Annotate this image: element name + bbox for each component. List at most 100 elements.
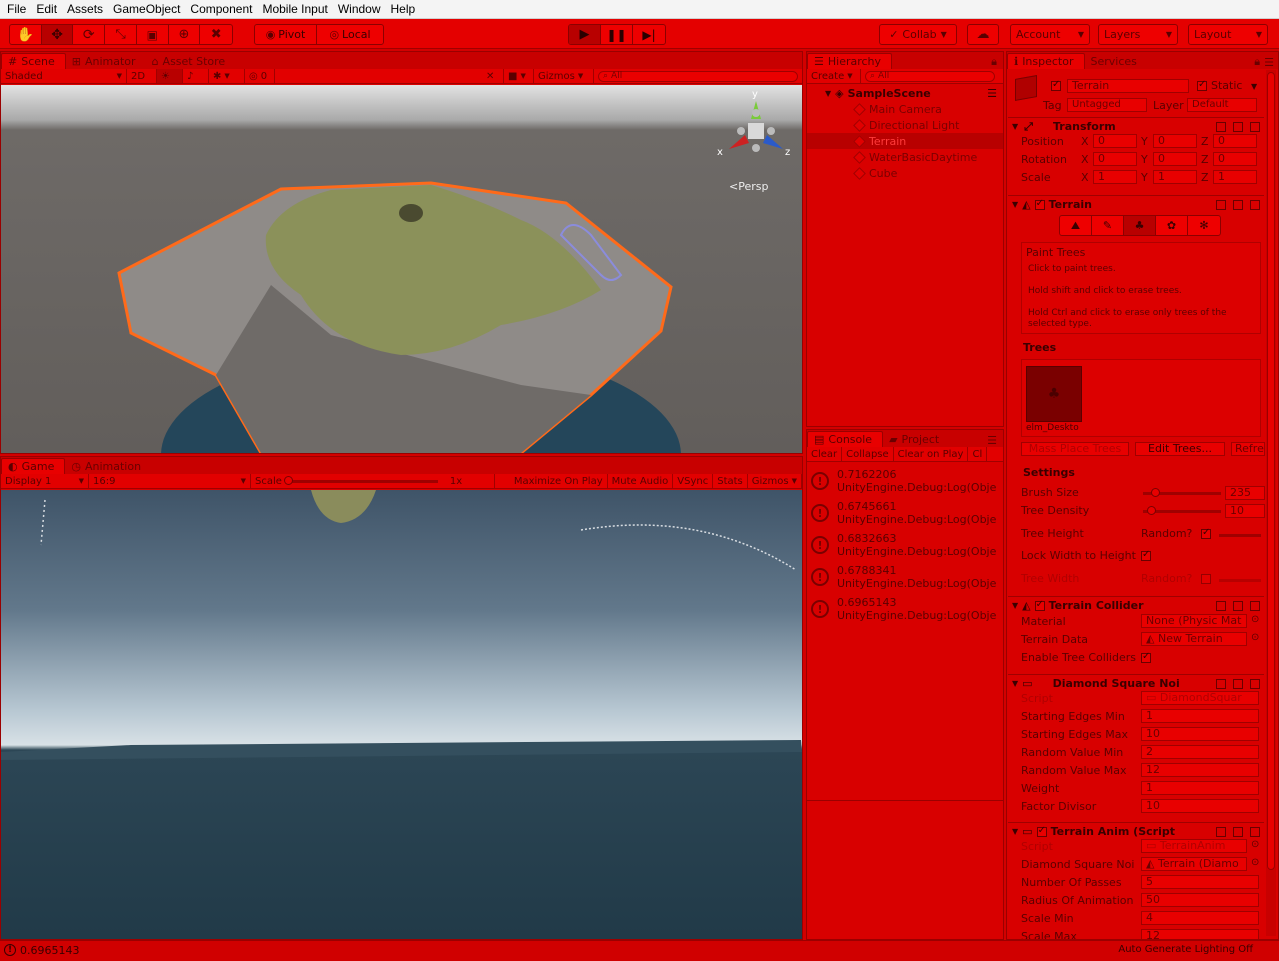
- stats-button[interactable]: Stats: [713, 474, 748, 488]
- collapse-button[interactable]: Collapse: [842, 447, 894, 461]
- lighting-toggle[interactable]: ☀: [157, 69, 183, 83]
- paint-trees-tool[interactable]: ♣: [1124, 216, 1156, 235]
- transform-x-field[interactable]: 1: [1093, 170, 1137, 184]
- preset-icon[interactable]: [1233, 199, 1243, 210]
- diamond-square-header[interactable]: ▼ ▭ Diamond Square Noi: [1008, 674, 1264, 692]
- gear-icon[interactable]: [1250, 121, 1260, 132]
- layers-dropdown[interactable]: Layers ▼: [1098, 24, 1178, 45]
- enable-tree-colliders-checkbox[interactable]: [1141, 651, 1151, 663]
- hierarchy-item[interactable]: Cube: [807, 165, 1003, 181]
- diamond-field-input[interactable]: 10: [1141, 799, 1259, 813]
- tab-hierarchy[interactable]: ☰ Hierarchy: [807, 53, 893, 69]
- static-checkbox[interactable]: [1197, 79, 1207, 91]
- brush-size-slider-thumb[interactable]: [1150, 488, 1160, 497]
- collab-button[interactable]: ✓ Collab ▼: [879, 24, 957, 45]
- hierarchy-item[interactable]: Directional Light: [807, 117, 1003, 133]
- transform-z-field[interactable]: 0: [1213, 152, 1257, 166]
- diamond-field-input[interactable]: 1: [1141, 781, 1259, 795]
- step-button[interactable]: ▶|: [633, 25, 665, 44]
- gear-icon[interactable]: [1250, 600, 1260, 611]
- terrain-header[interactable]: ▼ ◭ Terrain: [1008, 195, 1264, 213]
- brush-size-slider[interactable]: [1143, 488, 1221, 497]
- scene-tools-button[interactable]: ✕: [482, 69, 504, 83]
- tab-game[interactable]: ◐ Game: [1, 458, 66, 474]
- inspector-scrollbar[interactable]: [1266, 70, 1276, 936]
- diamond-field-input[interactable]: 12: [1141, 763, 1259, 777]
- camera-dropdown[interactable]: ■ ▼: [504, 69, 534, 83]
- pivot-button[interactable]: ◉ Pivot: [255, 25, 317, 44]
- mass-place-trees-button[interactable]: Mass Place Trees: [1021, 442, 1129, 456]
- object-name-field[interactable]: Terrain: [1067, 79, 1189, 93]
- hand-tool-button[interactable]: ✋: [10, 25, 42, 44]
- brush-size-field[interactable]: 235: [1225, 486, 1265, 500]
- inspector-scrollbar-thumb[interactable]: [1267, 72, 1275, 870]
- tab-services[interactable]: Services: [1085, 53, 1147, 69]
- vsync-button[interactable]: VSync: [673, 474, 714, 488]
- game-viewport[interactable]: [1, 490, 802, 939]
- tab-scene[interactable]: # Scene: [1, 53, 66, 69]
- scene-viewport[interactable]: y x z <Persp: [1, 85, 802, 453]
- hierarchy-search-input[interactable]: ⌕ All: [865, 70, 995, 82]
- local-button[interactable]: ◎ Local: [317, 25, 383, 44]
- chevron-down-icon[interactable]: ▼: [1251, 82, 1257, 91]
- gear-icon[interactable]: [1250, 826, 1260, 837]
- book-icon[interactable]: [1216, 678, 1226, 689]
- raise-terrain-tool[interactable]: ⛰: [1060, 216, 1092, 235]
- menu-edit[interactable]: Edit: [31, 0, 62, 19]
- hierarchy-item-selected[interactable]: Terrain: [807, 133, 1003, 149]
- account-dropdown[interactable]: Account ▼: [1010, 24, 1090, 45]
- gear-icon[interactable]: [1250, 678, 1260, 689]
- hidden-objects-toggle[interactable]: ◎ 0: [245, 69, 275, 83]
- book-icon[interactable]: [1216, 826, 1226, 837]
- transform-z-field[interactable]: 0: [1213, 134, 1257, 148]
- console-entry[interactable]: ! 0.7162206 UnityEngine.Debug:Log(Obje: [807, 466, 1003, 498]
- console-entry[interactable]: ! 0.6788341 UnityEngine.Debug:Log(Obje: [807, 562, 1003, 594]
- gizmos-dropdown[interactable]: Gizmos ▼: [534, 69, 594, 83]
- tree-density-field[interactable]: 10: [1225, 504, 1265, 518]
- scene-root-row[interactable]: ▼ ◈ SampleScene ☰: [807, 85, 1003, 101]
- tree-prototype-thumbnail[interactable]: ♣: [1026, 366, 1082, 422]
- menu-component[interactable]: Component: [185, 0, 257, 19]
- tree-density-slider[interactable]: [1143, 506, 1221, 515]
- tab-console[interactable]: ▤ Console: [807, 431, 884, 447]
- book-icon[interactable]: [1216, 121, 1226, 132]
- anim-field-input[interactable]: 50: [1141, 893, 1259, 907]
- projection-toggle[interactable]: <Persp: [729, 180, 768, 193]
- scale-slider[interactable]: [283, 475, 438, 485]
- orientation-gizmo[interactable]: y x z: [717, 89, 793, 167]
- book-icon[interactable]: [1216, 199, 1226, 210]
- clear-on-play-button[interactable]: Clear on Play: [894, 447, 969, 461]
- maximize-on-play-button[interactable]: Maximize On Play: [510, 474, 608, 488]
- edit-trees-button[interactable]: Edit Trees...: [1135, 442, 1225, 456]
- diamond-field-input[interactable]: 1: [1141, 709, 1259, 723]
- pause-button[interactable]: ❚❚: [601, 25, 633, 44]
- terrain-data-field[interactable]: ◭ New Terrain: [1141, 632, 1247, 646]
- transform-y-field[interactable]: 1: [1153, 170, 1197, 184]
- tree-density-slider-thumb[interactable]: [1146, 506, 1156, 515]
- status-message[interactable]: 0.6965143: [20, 944, 80, 957]
- refresh-button[interactable]: Refre: [1231, 442, 1265, 456]
- anim-field-input[interactable]: ◭ Terrain (Diamo: [1141, 857, 1247, 871]
- lock-icon[interactable]: 🔒︎: [991, 55, 1003, 69]
- object-picker-icon[interactable]: ⊙: [1251, 632, 1259, 643]
- menu-gameobject[interactable]: GameObject: [108, 0, 185, 19]
- game-gizmos-dropdown[interactable]: Gizmos ▼: [748, 474, 802, 488]
- rotate-tool-button[interactable]: ⟳: [73, 25, 106, 44]
- transform-x-field[interactable]: 0: [1093, 152, 1137, 166]
- panel-menu-icon[interactable]: ☰: [987, 434, 1003, 447]
- hierarchy-item[interactable]: WaterBasicDaytime: [807, 149, 1003, 165]
- clear-button[interactable]: Clear: [807, 447, 843, 461]
- book-icon[interactable]: [1216, 600, 1226, 611]
- console-entry[interactable]: ! 0.6965143 UnityEngine.Debug:Log(Obje: [807, 594, 1003, 626]
- mute-audio-button[interactable]: Mute Audio: [608, 474, 674, 488]
- terrain-anim-header[interactable]: ▼ ▭ Terrain Anim (Script: [1008, 822, 1264, 840]
- transform-z-field[interactable]: 1: [1213, 170, 1257, 184]
- rect-tool-button[interactable]: ▣: [137, 25, 169, 44]
- tree-height-random-checkbox[interactable]: [1201, 527, 1211, 539]
- terrain-settings-tool[interactable]: ✻: [1188, 216, 1220, 235]
- object-picker-icon[interactable]: ⊙: [1251, 857, 1259, 868]
- aspect-dropdown[interactable]: 16:9 ▼: [89, 474, 251, 488]
- menu-mobile-input[interactable]: Mobile Input: [257, 0, 332, 19]
- menu-help[interactable]: Help: [386, 0, 421, 19]
- object-picker-icon[interactable]: ⊙: [1251, 614, 1259, 625]
